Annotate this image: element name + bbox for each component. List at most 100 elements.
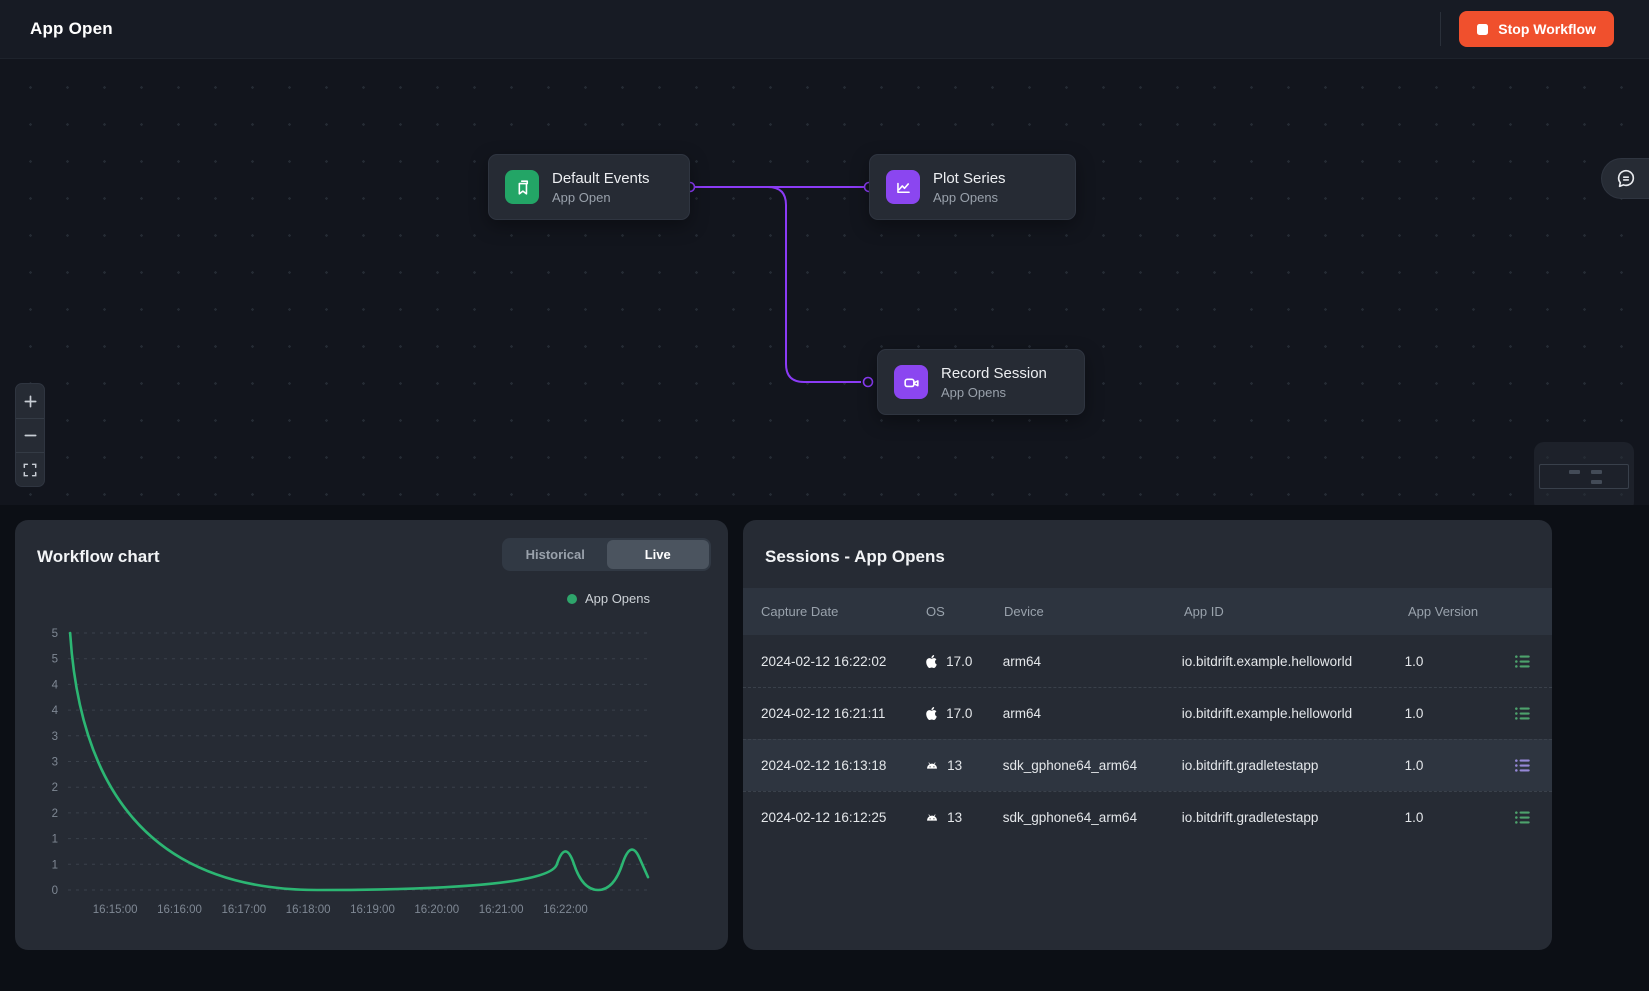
- svg-text:16:17:00: 16:17:00: [221, 904, 266, 916]
- table-row[interactable]: 2024-02-12 16:12:2513sdk_gphone64_arm64i…: [743, 791, 1552, 843]
- node-subtitle: App Open: [552, 190, 650, 205]
- zoom-in-button[interactable]: [16, 384, 44, 418]
- chart-panel-header: Workflow chart Historical Live: [15, 520, 728, 586]
- column-header-app-version: App Version: [1408, 604, 1516, 619]
- tab-live[interactable]: Live: [607, 540, 710, 569]
- session-actions-button[interactable]: [1512, 755, 1533, 776]
- cell-app-version: 1.0: [1405, 706, 1512, 721]
- chart-mode-toggle: Historical Live: [502, 538, 711, 571]
- apple-icon: [925, 707, 938, 720]
- node-text: Plot Series App Opens: [933, 170, 1006, 205]
- table-header: Capture DateOSDeviceApp IDApp Version: [743, 588, 1552, 635]
- svg-text:0: 0: [52, 885, 58, 897]
- video-camera-icon: [894, 365, 928, 399]
- svg-text:16:21:00: 16:21:00: [479, 904, 524, 916]
- svg-text:1: 1: [52, 834, 58, 846]
- svg-text:3: 3: [52, 731, 58, 743]
- cell-app-id: io.bitdrift.example.helloworld: [1182, 654, 1405, 669]
- stop-icon: [1477, 24, 1488, 35]
- cell-capture-date: 2024-02-12 16:13:18: [761, 758, 925, 773]
- session-list-icon: [1514, 653, 1531, 670]
- session-actions-button[interactable]: [1512, 703, 1533, 724]
- svg-text:16:16:00: 16:16:00: [157, 904, 202, 916]
- session-list-icon: [1514, 757, 1531, 774]
- table-row[interactable]: 2024-02-12 16:21:1117.0arm64io.bitdrift.…: [743, 687, 1552, 739]
- svg-text:16:19:00: 16:19:00: [350, 904, 395, 916]
- svg-text:5: 5: [52, 654, 58, 666]
- cell-app-version: 1.0: [1405, 810, 1512, 825]
- node-default-events[interactable]: Default Events App Open: [488, 154, 690, 220]
- cell-app-id: io.bitdrift.gradletestapp: [1182, 810, 1405, 825]
- canvas-controls: [15, 383, 45, 487]
- svg-text:16:20:00: 16:20:00: [414, 904, 459, 916]
- chart-legend: App Opens: [567, 591, 650, 606]
- workflow-canvas[interactable]: Default Events App Open Plot Series App …: [0, 59, 1649, 505]
- stop-workflow-button[interactable]: Stop Workflow: [1459, 11, 1614, 47]
- minimap-viewport: [1539, 464, 1629, 489]
- legend-label: App Opens: [585, 591, 650, 606]
- cell-capture-date: 2024-02-12 16:21:11: [761, 706, 925, 721]
- session-list-icon: [1514, 809, 1531, 826]
- cell-device: arm64: [1003, 654, 1182, 669]
- workflow-chart-panel: Workflow chart Historical Live App Opens…: [15, 520, 728, 950]
- feedback-chat-button[interactable]: [1601, 158, 1649, 199]
- column-header-capture-date: Capture Date: [761, 604, 926, 619]
- bottom-section: Workflow chart Historical Live App Opens…: [0, 505, 1649, 991]
- node-title: Record Session: [941, 365, 1047, 382]
- header-divider: [1440, 12, 1441, 46]
- chart-line-icon: [886, 170, 920, 204]
- node-title: Plot Series: [933, 170, 1006, 187]
- svg-text:16:22:00: 16:22:00: [543, 904, 588, 916]
- zoom-out-button[interactable]: [16, 418, 44, 452]
- cell-capture-date: 2024-02-12 16:22:02: [761, 654, 925, 669]
- node-subtitle: App Opens: [941, 385, 1047, 400]
- session-actions-button[interactable]: [1512, 807, 1533, 828]
- cell-app-id: io.bitdrift.example.helloworld: [1182, 706, 1405, 721]
- minimap-node: [1591, 480, 1602, 484]
- tab-historical[interactable]: Historical: [504, 540, 607, 569]
- chart-title: Workflow chart: [37, 547, 159, 567]
- node-record-session[interactable]: Record Session App Opens: [877, 349, 1085, 415]
- header: App Open Stop Workflow: [0, 0, 1649, 59]
- cell-device: sdk_gphone64_arm64: [1003, 810, 1182, 825]
- android-icon: [925, 759, 939, 773]
- sessions-title: Sessions - App Opens: [765, 547, 945, 567]
- table-row[interactable]: 2024-02-12 16:22:0217.0arm64io.bitdrift.…: [743, 635, 1552, 687]
- page-title: App Open: [30, 19, 113, 39]
- cell-os: 17.0: [925, 654, 1003, 669]
- svg-text:3: 3: [52, 757, 58, 769]
- minimap-node: [1569, 470, 1580, 474]
- column-header-os: OS: [926, 604, 1004, 619]
- cell-os: 13: [925, 810, 1003, 825]
- cell-os: 13: [925, 758, 1003, 773]
- svg-text:2: 2: [52, 782, 58, 794]
- node-subtitle: App Opens: [933, 190, 1006, 205]
- node-text: Record Session App Opens: [941, 365, 1047, 400]
- cell-app-id: io.bitdrift.gradletestapp: [1182, 758, 1405, 773]
- table-row[interactable]: 2024-02-12 16:13:1813sdk_gphone64_arm64i…: [743, 739, 1552, 791]
- minimap[interactable]: [1534, 442, 1634, 512]
- column-header-device: Device: [1004, 604, 1184, 619]
- column-header-app-id: App ID: [1184, 604, 1408, 619]
- node-text: Default Events App Open: [552, 170, 650, 205]
- minimap-node: [1591, 470, 1602, 474]
- chat-bubble-icon: [1615, 168, 1637, 190]
- apple-icon: [925, 655, 938, 668]
- table-body: 2024-02-12 16:22:0217.0arm64io.bitdrift.…: [743, 635, 1552, 950]
- fit-view-button[interactable]: [16, 452, 44, 486]
- node-plot-series[interactable]: Plot Series App Opens: [869, 154, 1076, 220]
- legend-dot: [567, 594, 577, 604]
- header-actions: Stop Workflow: [1440, 11, 1614, 47]
- session-list-icon: [1514, 705, 1531, 722]
- svg-text:16:15:00: 16:15:00: [93, 904, 138, 916]
- cell-os: 17.0: [925, 706, 1003, 721]
- node-title: Default Events: [552, 170, 650, 187]
- cell-device: sdk_gphone64_arm64: [1003, 758, 1182, 773]
- android-icon: [925, 811, 939, 825]
- session-actions-button[interactable]: [1512, 651, 1533, 672]
- bookmark-icon: [505, 170, 539, 204]
- svg-text:1: 1: [52, 859, 58, 871]
- workflow-edges: [0, 59, 1649, 505]
- app-root: App Open Stop Workflow De: [0, 0, 1649, 991]
- svg-text:4: 4: [52, 679, 59, 691]
